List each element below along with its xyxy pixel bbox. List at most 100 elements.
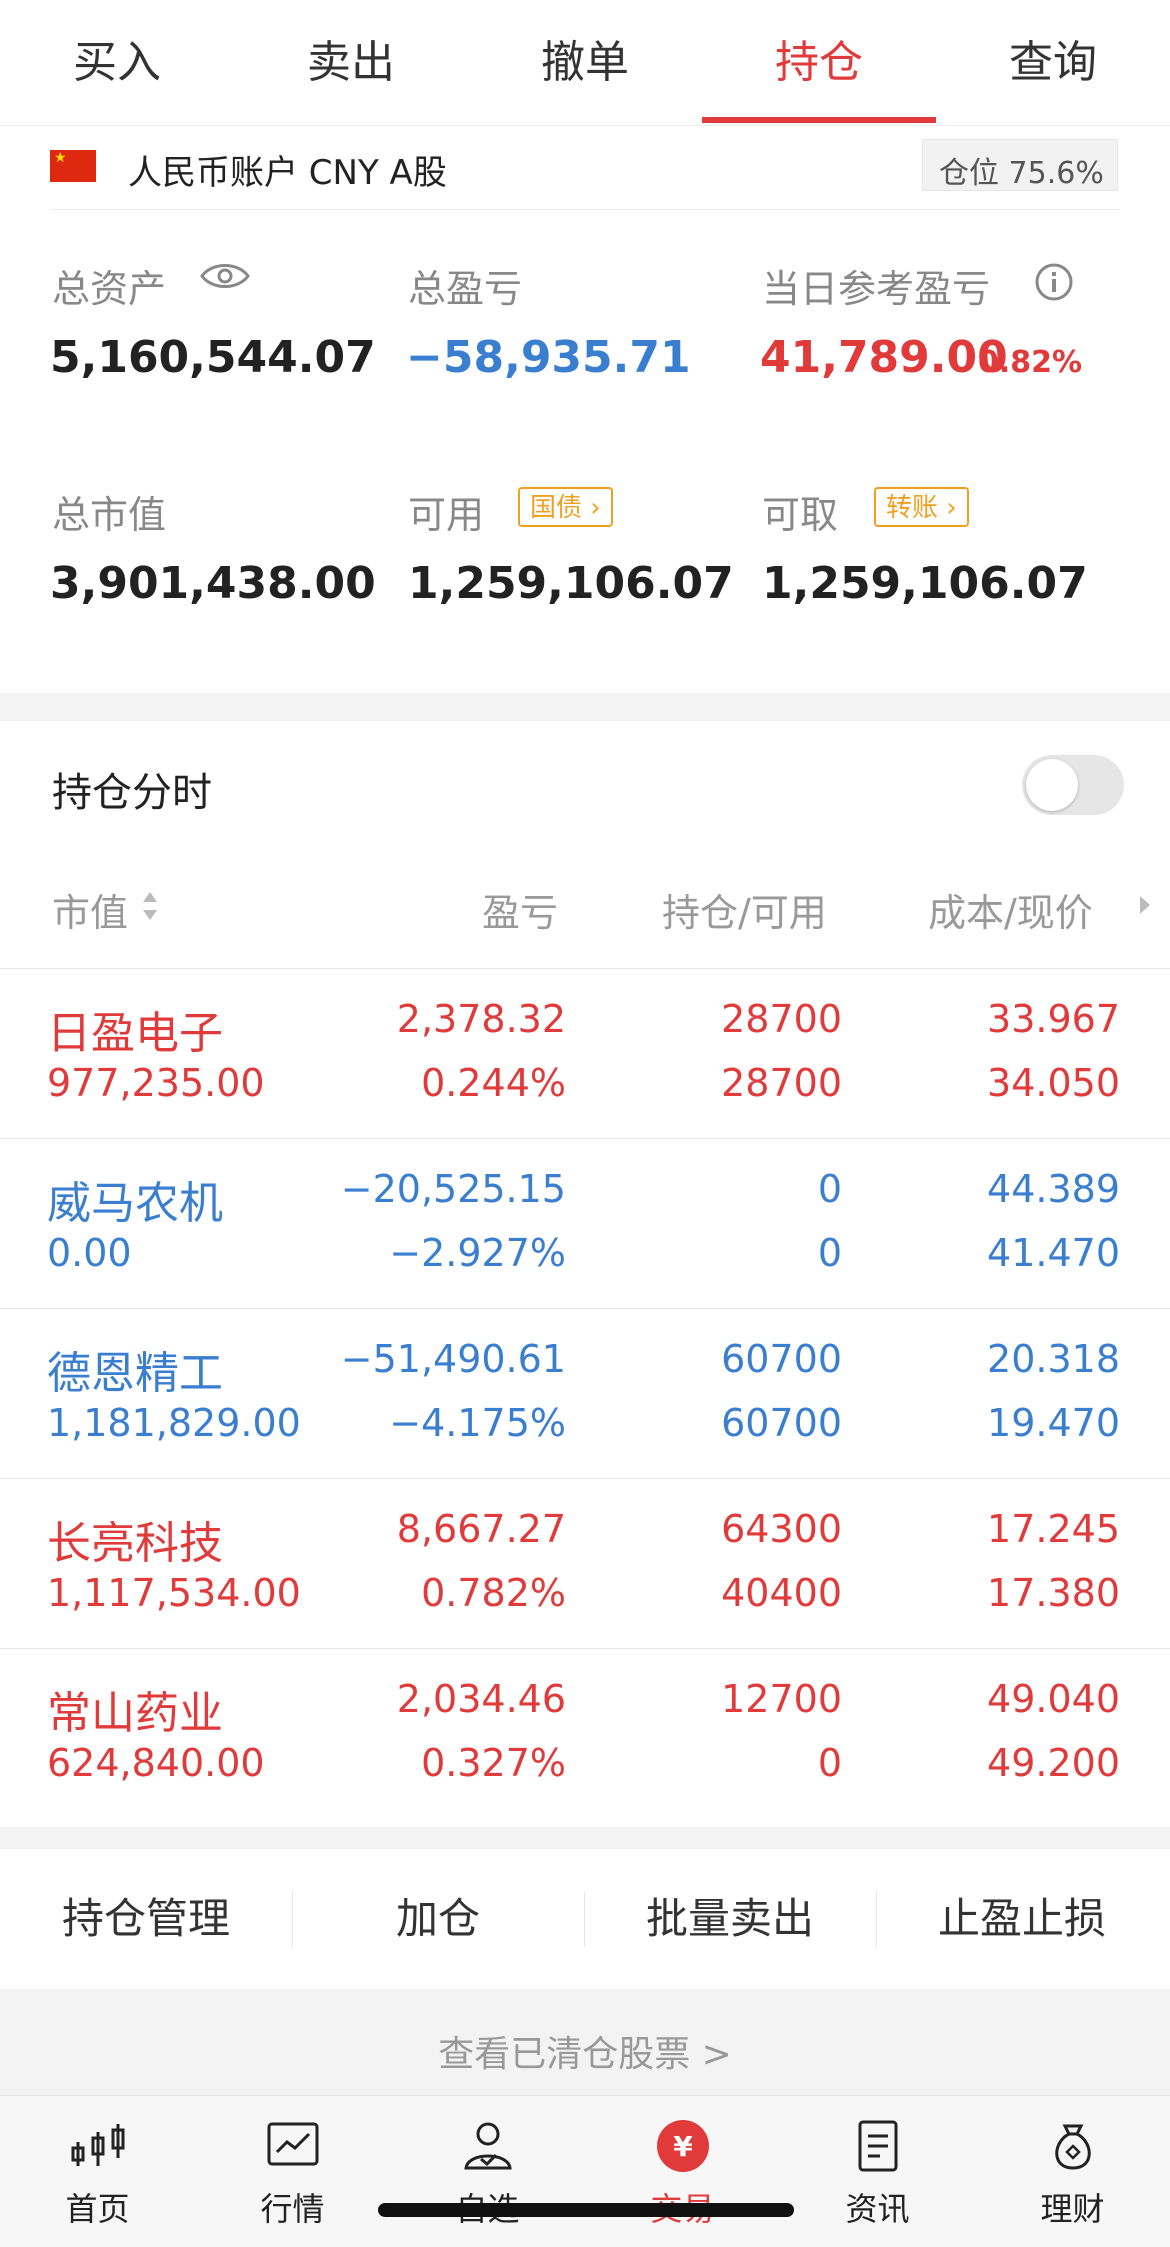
- account-row[interactable]: ★ 人民币账户 CNY A股 仓位 75.6%: [0, 125, 1170, 210]
- section-gap: [0, 693, 1170, 721]
- stock-market-value: 624,840.00: [47, 1741, 265, 1785]
- transfer-tag[interactable]: 转账 ›: [874, 487, 969, 527]
- stock-cost: 20.318: [987, 1337, 1120, 1381]
- tab-cancel[interactable]: 撤单: [468, 0, 702, 125]
- nav-market[interactable]: 行情: [195, 2096, 390, 2247]
- treasury-bond-tag[interactable]: 国债 ›: [518, 487, 613, 527]
- nav-wealth-label: 理财: [1040, 2190, 1105, 2228]
- nav-news-label: 资讯: [845, 2190, 910, 2228]
- holdings-intraday-toggle[interactable]: [1022, 755, 1124, 815]
- tab-holdings[interactable]: 持仓: [702, 0, 936, 125]
- tab-buy[interactable]: 买入: [0, 0, 234, 125]
- table-row[interactable]: 威马农机 0.00 −20,525.15 −2.927% 0 0 44.389 …: [0, 1138, 1170, 1309]
- market-value: 3,901,438.00: [50, 558, 376, 609]
- stock-position: 12700: [721, 1677, 842, 1721]
- money-bag-icon: [1055, 2124, 1091, 2170]
- toggle-knob: [1026, 759, 1078, 811]
- tab-sell[interactable]: 卖出: [234, 0, 468, 125]
- total-assets-label: 总资产: [52, 267, 167, 311]
- stock-name: 德恩精工: [47, 1348, 223, 1399]
- total-pl-label: 总盈亏: [408, 267, 523, 311]
- stock-pl: 2,378.32: [396, 997, 566, 1041]
- table-row[interactable]: 长亮科技 1,117,534.00 8,667.27 0.782% 64300 …: [0, 1478, 1170, 1649]
- batch-sell-button[interactable]: 批量卖出: [584, 1849, 876, 1989]
- position-ratio-badge: 仓位 75.6%: [922, 139, 1118, 191]
- document-icon: [858, 2120, 898, 2172]
- stock-name: 长亮科技: [47, 1518, 223, 1569]
- total-assets-value: 5,160,544.07: [50, 332, 376, 383]
- table-row[interactable]: 常山药业 624,840.00 2,034.46 0.327% 12700 0 …: [0, 1648, 1170, 1819]
- top-tab-bar: 买入 卖出 撤单 持仓 查询: [0, 0, 1170, 126]
- day-pl-value: 41,789.00: [760, 332, 1008, 383]
- available-label: 可用: [408, 493, 485, 537]
- stock-name: 日盈电子: [47, 1008, 223, 1059]
- withdrawable-label: 可取: [762, 493, 839, 537]
- col-header-cost-price: 成本/现价: [928, 891, 1093, 935]
- col-header-market-value[interactable]: 市值: [52, 882, 128, 937]
- nav-news[interactable]: 资讯: [780, 2096, 975, 2247]
- sort-icon[interactable]: [140, 888, 160, 924]
- stock-pl: 2,034.46: [396, 1677, 566, 1721]
- stock-price: 34.050: [987, 1061, 1120, 1105]
- nav-home[interactable]: 首页: [0, 2096, 195, 2247]
- china-flag-icon: ★: [50, 150, 96, 182]
- candlestick-icon: [71, 2124, 125, 2166]
- day-pl-percent: 0.82%: [978, 345, 1083, 380]
- nav-home-label: 首页: [65, 2190, 130, 2228]
- market-value-label: 总市值: [52, 493, 167, 537]
- day-pl-label: 当日参考盈亏: [762, 267, 991, 311]
- stock-position: 60700: [721, 1337, 842, 1381]
- stock-name: 威马农机: [47, 1178, 223, 1229]
- info-icon[interactable]: [1034, 262, 1074, 302]
- col-header-position: 持仓/可用: [662, 891, 827, 935]
- stock-market-value: 977,235.00: [47, 1061, 265, 1105]
- active-tab-indicator: [702, 117, 936, 123]
- stock-cost: 33.967: [987, 997, 1120, 1041]
- treasury-bond-tag-text: 国债: [530, 493, 583, 523]
- view-cleared-stocks-link[interactable]: 查看已清仓股票 >: [0, 2025, 1170, 2077]
- stock-market-value: 0.00: [47, 1231, 132, 1275]
- stock-pl-percent: 0.327%: [421, 1741, 566, 1785]
- scroll-right-icon[interactable]: [1138, 894, 1152, 916]
- home-indicator[interactable]: [378, 2203, 794, 2217]
- bottom-nav: 首页 行情 自选 ¥ 交易 资讯: [0, 2095, 1170, 2247]
- stock-market-value: 1,117,534.00: [47, 1571, 301, 1615]
- nav-trade[interactable]: ¥ 交易: [585, 2096, 780, 2247]
- stock-pl-percent: 0.782%: [421, 1571, 566, 1615]
- stock-available: 0: [817, 1741, 842, 1785]
- add-position-button[interactable]: 加仓: [292, 1849, 584, 1989]
- stock-price: 41.470: [987, 1231, 1120, 1275]
- nav-watchlist[interactable]: 自选: [390, 2096, 585, 2247]
- stock-market-value: 1,181,829.00: [47, 1401, 301, 1445]
- stop-profit-loss-button[interactable]: 止盈止损: [876, 1849, 1168, 1989]
- divider: [50, 209, 1120, 210]
- stock-available: 40400: [721, 1571, 842, 1615]
- stock-cost: 17.245: [987, 1507, 1120, 1551]
- stock-pl-percent: −4.175%: [389, 1401, 566, 1445]
- stock-price: 19.470: [987, 1401, 1120, 1445]
- stock-available: 60700: [721, 1401, 842, 1445]
- yuan-coin-icon: ¥: [657, 2120, 709, 2172]
- stock-position: 28700: [721, 997, 842, 1041]
- section-gap: [0, 1827, 1170, 1849]
- tab-query[interactable]: 查询: [936, 0, 1170, 125]
- stock-cost: 44.389: [987, 1167, 1120, 1211]
- withdrawable-value: 1,259,106.07: [762, 558, 1088, 609]
- holdings-action-bar: 持仓管理 加仓 批量卖出 止盈止损: [0, 1849, 1170, 1989]
- total-pl-value: −58,935.71: [406, 332, 691, 383]
- position-ratio-text: 仓位 75.6%: [939, 156, 1104, 191]
- table-row[interactable]: 德恩精工 1,181,829.00 −51,490.61 −4.175% 607…: [0, 1308, 1170, 1479]
- col-header-pl: 盈亏: [482, 891, 559, 935]
- stock-available: 0: [817, 1231, 842, 1275]
- chart-monitor-icon: [267, 2122, 319, 2166]
- manage-holdings-button[interactable]: 持仓管理: [0, 1849, 292, 1989]
- account-label: 人民币账户 CNY A股: [128, 153, 447, 193]
- holdings-intraday-title: 持仓分时: [52, 770, 212, 816]
- table-row[interactable]: 日盈电子 977,235.00 2,378.32 0.244% 28700 28…: [0, 968, 1170, 1139]
- stock-cost: 49.040: [987, 1677, 1120, 1721]
- nav-wealth[interactable]: 理财: [975, 2096, 1170, 2247]
- stock-pl-percent: 0.244%: [421, 1061, 566, 1105]
- available-value: 1,259,106.07: [408, 558, 734, 609]
- stock-pl-percent: −2.927%: [389, 1231, 566, 1275]
- eye-icon[interactable]: [200, 260, 250, 292]
